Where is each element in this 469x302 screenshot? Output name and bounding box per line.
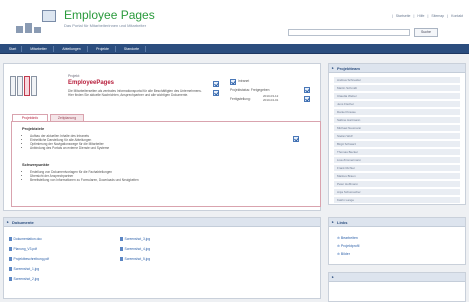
top-link-help[interactable]: Hilfe (417, 14, 424, 18)
section-focus-title: Schwerpunkte (22, 162, 50, 167)
team-member[interactable]: Jens Fischer (334, 101, 460, 108)
nav-start[interactable]: Start (4, 46, 22, 52)
team-member[interactable]: Katrin Lange (334, 197, 460, 204)
search-button[interactable]: Suche (414, 28, 438, 37)
documents-card: Dokumente Dokumentation.doc Planung_V3.p… (3, 217, 321, 299)
main-nav: Start Mitarbeiter Abteilungen Projekte S… (0, 44, 469, 54)
team-member[interactable]: Michael Neumann (334, 125, 460, 132)
top-link-sitemap[interactable]: Sitemap (431, 14, 444, 18)
list-item: Bereitstellung von Informationen zu Form… (30, 178, 296, 182)
team-member[interactable]: Martin Schmidt (334, 85, 460, 92)
section-goals-title: Projektziele (22, 126, 45, 131)
file-link[interactable]: Screenshot_4.jpg (120, 247, 151, 251)
project-docs-icon (10, 74, 37, 96)
file-link[interactable]: Screenshot_3.jpg (120, 237, 151, 241)
nav-departments[interactable]: Abteilungen (56, 46, 88, 52)
goals-list: Aufbau der aktuellen Inhalte des Intrane… (26, 134, 296, 150)
app-subtitle: Das Portal für Mitarbeiterinnen und Mita… (64, 23, 147, 28)
list-item: Anbindung des Portals an externe Dienste… (30, 146, 296, 150)
bottom-card (328, 272, 466, 302)
team-member[interactable]: Daniel Krause (334, 109, 460, 116)
team-member[interactable]: Claudia Weber (334, 93, 460, 100)
status-edit-icon[interactable] (304, 87, 310, 93)
bottom-card-header[interactable] (329, 273, 465, 282)
completion-dates: 2010-03-12 2010-04-01 (263, 94, 279, 102)
team-title[interactable]: Projektteam (329, 64, 465, 73)
focus-list: Erstellung von Dokumentvorlagen für die … (26, 170, 296, 182)
documents-title[interactable]: Dokumente (4, 218, 320, 227)
nav-projects[interactable]: Projekte (90, 46, 116, 52)
project-description: Die Mitarbeiterseiten als zentrales Info… (68, 89, 202, 98)
completion-edit-icon[interactable] (304, 96, 310, 102)
top-link-contact[interactable]: Kontakt (451, 14, 463, 18)
edit-title-icon[interactable] (213, 81, 219, 87)
project-title[interactable]: EmployeePages (68, 80, 114, 86)
team-member[interactable]: Stefan Wolf (334, 133, 460, 140)
status-label: Projektstatus: Freigegeben (230, 88, 270, 92)
top-link-home[interactable]: Startseite (396, 14, 411, 18)
top-links: | Startseite | Hilfe | Sitemap | Kontakt (391, 14, 463, 18)
nav-locations[interactable]: Standorte (118, 46, 146, 52)
link-images[interactable]: Bilder (337, 252, 350, 256)
team-member[interactable]: Markus Braun (334, 173, 460, 180)
header: Employee Pages Das Portal für Mitarbeite… (0, 0, 469, 44)
team-member[interactable]: Peter Hoffmann (334, 181, 460, 188)
team-member[interactable]: Thomas Becker (334, 149, 460, 156)
link-project-profile[interactable]: Projektprofil (337, 244, 359, 248)
app-title: Employee Pages (64, 8, 155, 22)
team-member[interactable]: Andrea Schneider (334, 77, 460, 84)
search-input[interactable] (288, 29, 410, 36)
team-card: Projektteam Andrea Schneider Martin Schm… (328, 63, 466, 205)
logo (16, 10, 58, 38)
intranet-checkbox[interactable] (230, 79, 236, 85)
file-link[interactable]: Planung_V3.pdf (9, 247, 37, 251)
team-member[interactable]: Lisa Zimmermann (334, 157, 460, 164)
intranet-label: Intranet (238, 79, 250, 83)
file-link[interactable]: Screenshot_1.jpg (9, 267, 40, 271)
file-link[interactable]: Dokumentation.doc (9, 237, 42, 241)
project-card: Projekt: EmployeePages Die Mitarbeiterse… (3, 63, 321, 211)
link-edit[interactable]: Bearbeiten (337, 236, 358, 240)
completion-label: Fertigstellung: (230, 97, 251, 101)
team-member[interactable]: Frank Richter (334, 165, 460, 172)
team-member[interactable]: Sabine Hartmann (334, 117, 460, 124)
team-member[interactable]: Anja Schumacher (334, 189, 460, 196)
links-title[interactable]: Links (329, 218, 465, 227)
edit-description-icon[interactable] (213, 90, 219, 96)
file-link[interactable]: Screenshot_2.jpg (9, 277, 40, 281)
file-link[interactable]: Screenshot_5.jpg (120, 257, 151, 261)
project-label: Projekt: (68, 74, 80, 78)
nav-employees[interactable]: Mitarbeiter (24, 46, 54, 52)
team-member[interactable]: Birgit Schwarz (334, 141, 460, 148)
file-link[interactable]: Projektbeschreibung.pdf (9, 257, 50, 261)
links-card: Links Bearbeiten Projektprofil Bilder (328, 217, 466, 265)
